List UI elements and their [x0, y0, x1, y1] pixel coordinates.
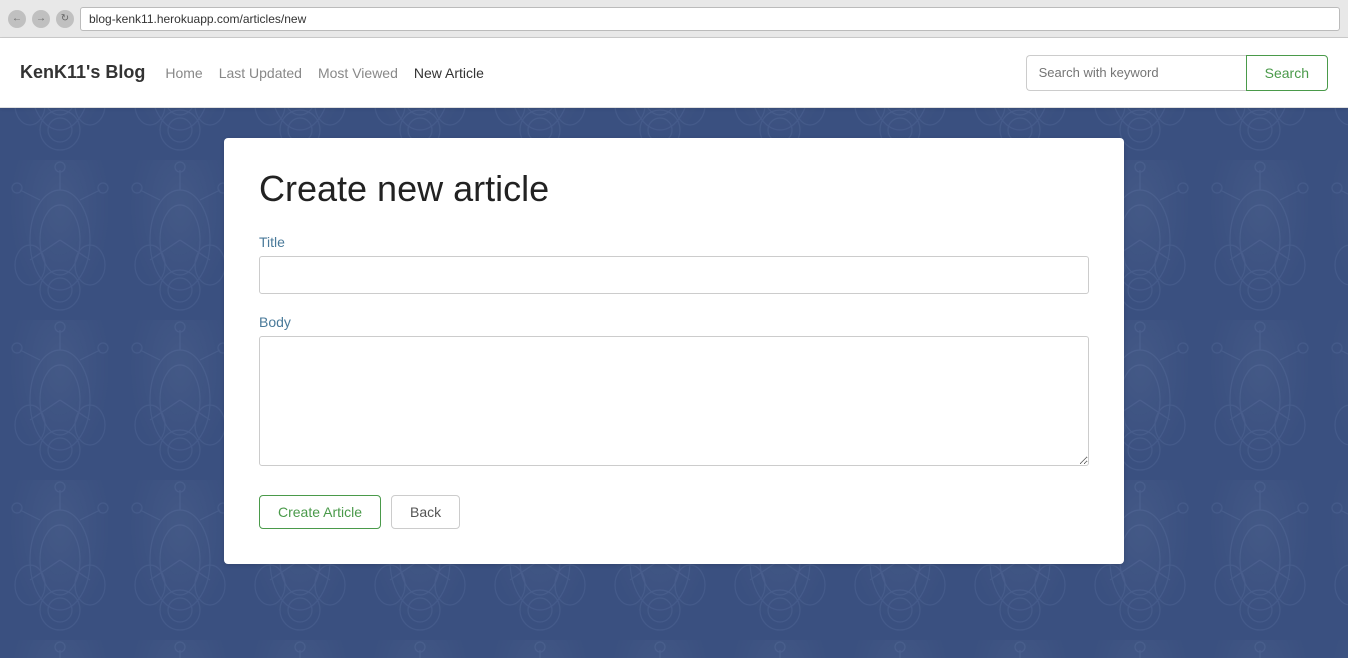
- nav-link-new-article[interactable]: New Article: [414, 65, 484, 81]
- navbar-search: Search: [1026, 55, 1328, 91]
- browser-chrome: ← → ↻ blog-kenk11.herokuapp.com/articles…: [0, 0, 1348, 38]
- page-content: Create new article Title Body Create Art…: [0, 108, 1348, 594]
- url-text: blog-kenk11.herokuapp.com/articles/new: [89, 12, 306, 26]
- search-button[interactable]: Search: [1246, 55, 1328, 91]
- navbar-links: Home Last Updated Most Viewed New Articl…: [165, 65, 1025, 81]
- back-nav-button[interactable]: ←: [8, 10, 26, 28]
- navbar-brand[interactable]: KenK11's Blog: [20, 62, 145, 83]
- back-button[interactable]: Back: [391, 495, 460, 529]
- form-actions: Create Article Back: [259, 495, 1089, 529]
- title-group: Title: [259, 234, 1089, 294]
- nav-link-most-viewed[interactable]: Most Viewed: [318, 65, 398, 81]
- title-label: Title: [259, 234, 1089, 250]
- navbar: KenK11's Blog Home Last Updated Most Vie…: [0, 38, 1348, 108]
- forward-nav-button[interactable]: →: [32, 10, 50, 28]
- refresh-nav-button[interactable]: ↻: [56, 10, 74, 28]
- form-container: Create new article Title Body Create Art…: [224, 138, 1124, 564]
- body-label: Body: [259, 314, 1089, 330]
- title-input[interactable]: [259, 256, 1089, 294]
- nav-link-last-updated[interactable]: Last Updated: [219, 65, 302, 81]
- body-textarea[interactable]: [259, 336, 1089, 466]
- form-title: Create new article: [259, 168, 1089, 210]
- body-group: Body: [259, 314, 1089, 471]
- create-article-button[interactable]: Create Article: [259, 495, 381, 529]
- search-input[interactable]: [1026, 55, 1246, 91]
- nav-link-home[interactable]: Home: [165, 65, 202, 81]
- address-bar[interactable]: blog-kenk11.herokuapp.com/articles/new: [80, 7, 1340, 31]
